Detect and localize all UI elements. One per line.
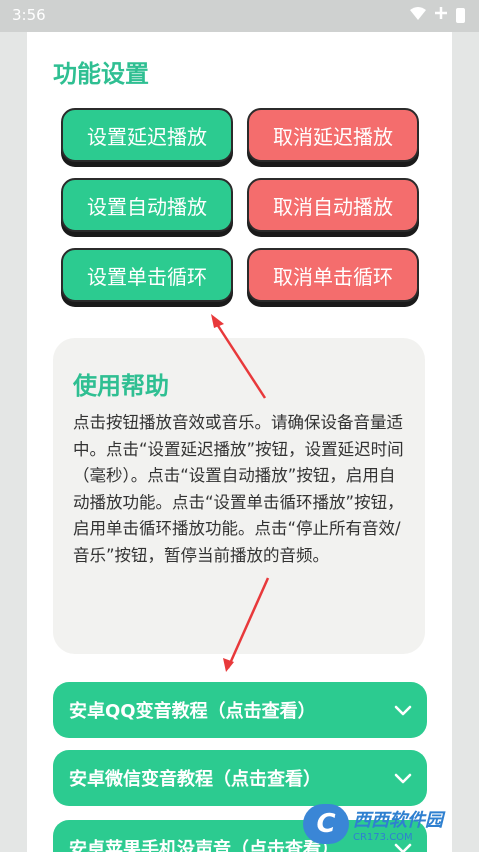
cancel-auto-play-button[interactable]: 取消自动播放 [247, 178, 419, 232]
status-time: 3:56 [12, 6, 46, 24]
help-title: 使用帮助 [73, 372, 169, 400]
watermark-name: 西西软件园 [353, 809, 443, 831]
help-text: 点击按钮播放音效或音乐。请确保设备音量适中。点击“设置延迟播放”按钮，设置延迟时… [73, 413, 404, 565]
tutorial-label: 安卓苹果手机没声音（点击查看） [69, 839, 339, 852]
set-delay-play-button[interactable]: 设置延迟播放 [61, 108, 233, 162]
tutorial-qq-voice-change[interactable]: 安卓QQ变音教程（点击查看） [53, 682, 427, 738]
set-click-loop-button[interactable]: 设置单击循环 [61, 248, 233, 302]
chevron-down-icon [394, 773, 412, 784]
cancel-delay-play-button[interactable]: 取消延迟播放 [247, 108, 419, 162]
watermark-logo: C [303, 804, 349, 844]
cancel-click-loop-button[interactable]: 取消单击循环 [247, 248, 419, 302]
main-card: 功能设置 设置延迟播放 取消延迟播放 设置自动播放 取消自动播放 设置单击循环 … [27, 32, 452, 852]
signal-icon [434, 6, 448, 24]
chevron-down-icon [394, 705, 412, 716]
settings-title: 功能设置 [53, 60, 149, 88]
watermark-url: CR173.COM [353, 831, 413, 843]
status-bar: 3:56 [0, 0, 479, 32]
help-box: 使用帮助 点击按钮播放音效或音乐。请确保设备音量适中。点击“设置延迟播放”按钮，… [53, 338, 425, 654]
battery-icon [456, 7, 465, 23]
watermark: C 西西软件园 CR173.COM [303, 802, 473, 846]
wifi-icon [410, 6, 426, 24]
set-auto-play-button[interactable]: 设置自动播放 [61, 178, 233, 232]
tutorial-label: 安卓微信变音教程（点击查看） [69, 769, 321, 790]
tutorial-label: 安卓QQ变音教程（点击查看） [69, 701, 316, 722]
status-icons [410, 6, 465, 24]
tutorial-wechat-voice-change[interactable]: 安卓微信变音教程（点击查看） [53, 750, 427, 806]
